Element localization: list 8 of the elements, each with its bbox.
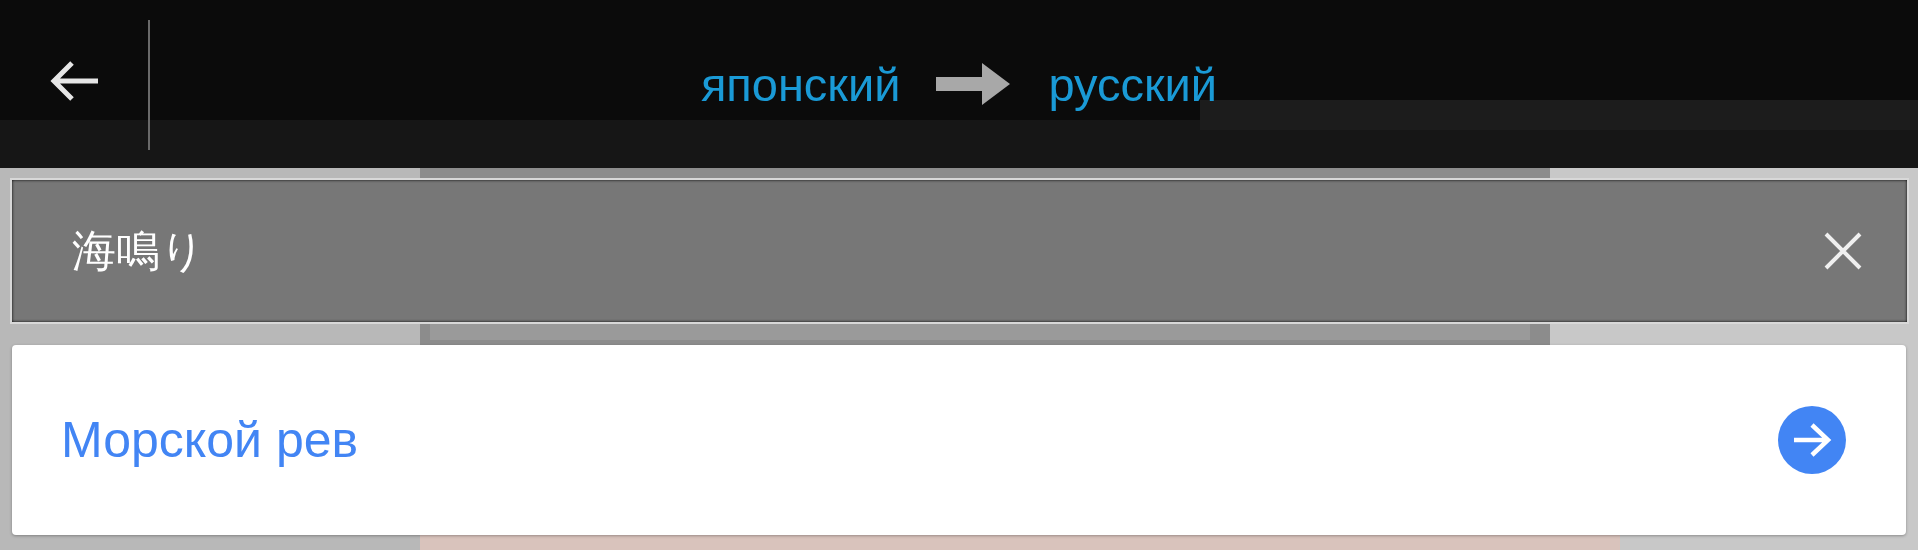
back-arrow-icon <box>48 59 100 103</box>
translation-text: Морской рев <box>61 411 359 469</box>
target-language[interactable]: русский <box>1048 56 1218 112</box>
source-language[interactable]: японский <box>700 56 901 112</box>
input-field[interactable]: 海鳴り <box>10 178 1909 324</box>
close-icon <box>1823 231 1863 271</box>
result-card[interactable]: Морской рев <box>12 345 1906 535</box>
right-arrow-icon <box>1792 422 1832 458</box>
